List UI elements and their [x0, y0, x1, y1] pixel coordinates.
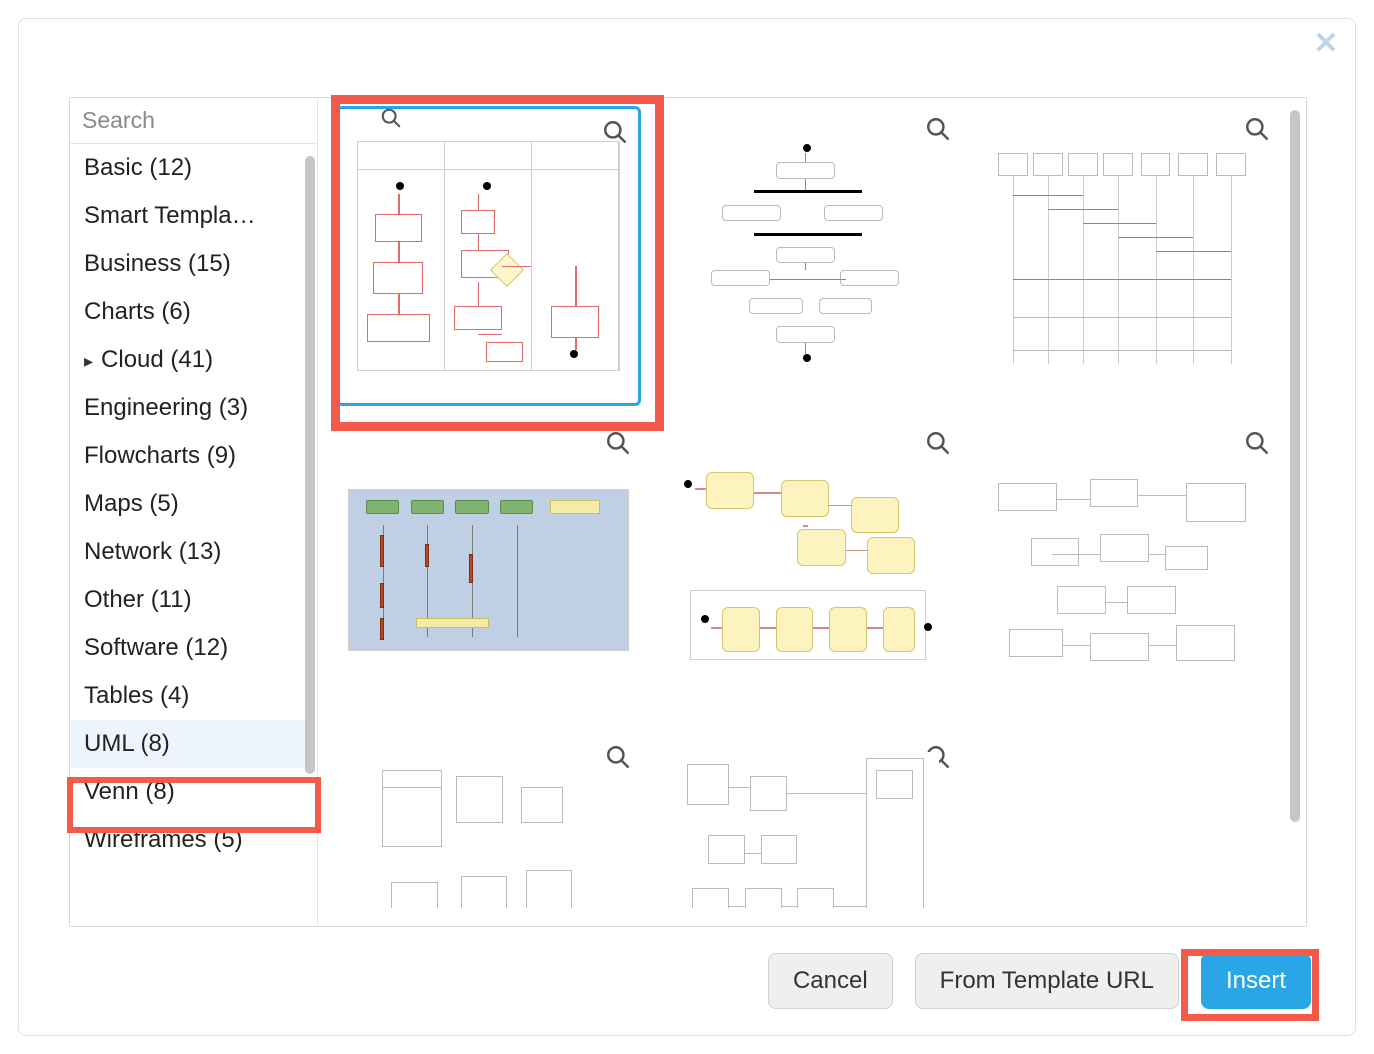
category-item-network[interactable]: Network (13): [70, 528, 313, 576]
category-label: Charts (6): [84, 298, 191, 325]
template-picker-dialog: ✕ Basic (12) Smart Templa… Business (15)…: [18, 18, 1356, 1036]
zoom-icon[interactable]: [925, 430, 951, 456]
category-list[interactable]: Basic (12) Smart Templa… Business (15) C…: [70, 144, 317, 926]
category-item-wireframes[interactable]: Wireframes (5): [70, 816, 313, 864]
category-item-venn[interactable]: Venn (8): [70, 768, 313, 816]
category-item-flowcharts[interactable]: Flowcharts (9): [70, 432, 313, 480]
template-uml-deployment-8[interactable]: [655, 734, 960, 908]
template-uml-sequence-blue-4[interactable]: [336, 420, 641, 720]
template-uml-class-6[interactable]: [975, 420, 1280, 720]
category-label: Cloud (41): [101, 346, 213, 373]
category-item-cloud[interactable]: Cloud (41): [70, 336, 313, 384]
category-label: Smart Templa…: [84, 202, 256, 229]
close-icon[interactable]: ✕: [1311, 29, 1341, 59]
category-item-other[interactable]: Other (11): [70, 576, 313, 624]
template-thumbnail: [993, 139, 1262, 373]
category-label: Other (11): [84, 586, 192, 613]
category-label: Basic (12): [84, 154, 192, 181]
dialog-footer: Cancel From Template URL Insert: [19, 949, 1355, 1013]
category-label: UML (8): [84, 730, 170, 757]
category-item-software[interactable]: Software (12): [70, 624, 313, 672]
template-thumbnail: [373, 752, 605, 908]
template-thumbnail: [357, 141, 620, 370]
template-uml-state-yellow-5[interactable]: [655, 420, 960, 720]
templates-pane: [318, 98, 1306, 926]
template-thumbnail: [677, 752, 940, 908]
cancel-button[interactable]: Cancel: [768, 953, 893, 1009]
zoom-icon[interactable]: [1244, 430, 1270, 456]
category-item-business[interactable]: Business (15): [70, 240, 313, 288]
template-thumbnail: [674, 139, 943, 373]
category-label: Wireframes (5): [84, 826, 243, 853]
category-label: Venn (8): [84, 778, 175, 805]
category-item-engineering[interactable]: Engineering (3): [70, 384, 313, 432]
template-thumbnail: [348, 489, 629, 651]
category-item-uml[interactable]: UML (8): [70, 720, 313, 768]
search-row: [70, 98, 317, 144]
template-uml-activity-2[interactable]: [655, 106, 960, 406]
sidebar: Basic (12) Smart Templa… Business (15) C…: [70, 98, 318, 926]
template-uml-sequence-big-3[interactable]: [975, 106, 1280, 406]
templates-grid[interactable]: [318, 98, 1306, 926]
zoom-icon[interactable]: [605, 744, 631, 770]
category-label: Software (12): [84, 634, 228, 661]
sidebar-scrollbar[interactable]: [305, 156, 315, 774]
template-uml-activity-swimlanes-1[interactable]: [336, 106, 641, 406]
template-uml-class-detail-7[interactable]: [336, 734, 641, 908]
template-thumbnail: [674, 468, 943, 672]
dialog-content: Basic (12) Smart Templa… Business (15) C…: [69, 97, 1307, 927]
category-label: Flowcharts (9): [84, 442, 236, 469]
from-template-url-button[interactable]: From Template URL: [915, 953, 1179, 1009]
category-label: Engineering (3): [84, 394, 248, 421]
template-thumbnail: [993, 471, 1262, 669]
category-item-smart-templates[interactable]: Smart Templa…: [70, 192, 313, 240]
category-label: Business (15): [84, 250, 231, 277]
category-item-tables[interactable]: Tables (4): [70, 672, 313, 720]
category-item-maps[interactable]: Maps (5): [70, 480, 313, 528]
category-item-charts[interactable]: Charts (6): [70, 288, 313, 336]
zoom-icon[interactable]: [605, 430, 631, 456]
category-label: Network (13): [84, 538, 221, 565]
insert-button[interactable]: Insert: [1201, 953, 1311, 1009]
category-item-basic[interactable]: Basic (12): [70, 144, 313, 192]
category-label: Tables (4): [84, 682, 189, 709]
category-label: Maps (5): [84, 490, 179, 517]
